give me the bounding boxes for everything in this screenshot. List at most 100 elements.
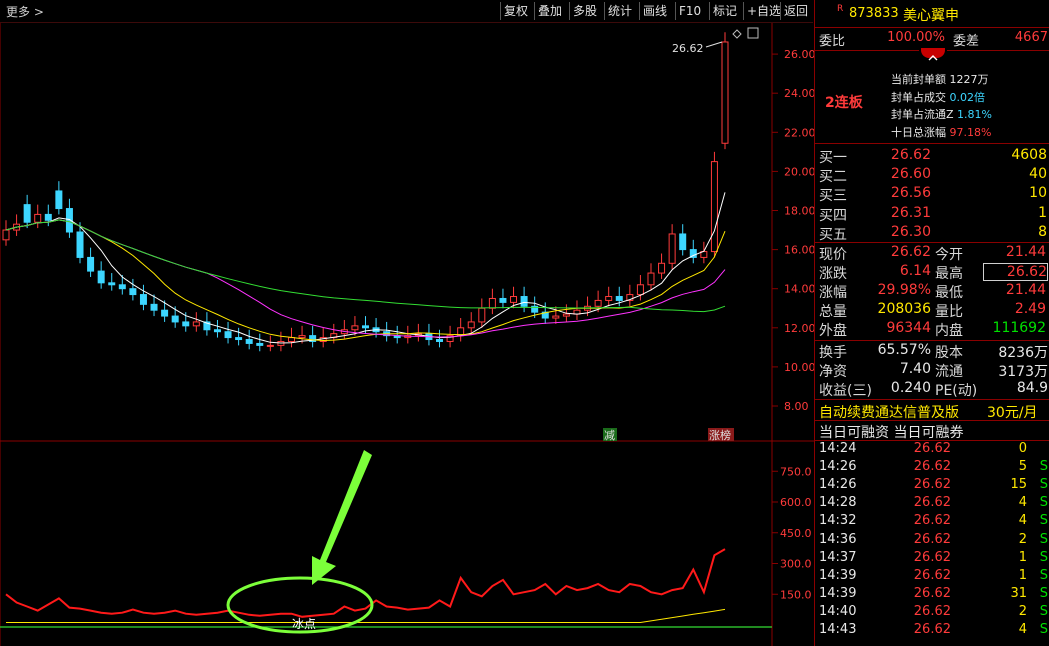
tick-price: 26.62 — [913, 531, 951, 547]
promo-price[interactable]: 30元/月 — [987, 402, 1038, 422]
tick-time: 14:36 — [819, 531, 857, 547]
tick-volume: 1 — [1018, 567, 1027, 583]
stat-row: 总量 208036 量比 2.49 — [819, 301, 1046, 320]
candle-body — [721, 41, 729, 144]
price-tick-label: 14.00 — [784, 283, 814, 296]
fuquan-button[interactable]: 复权 — [500, 2, 531, 20]
bid-row: 买二 26.60 40 — [815, 166, 1049, 185]
candle-body — [605, 296, 613, 301]
candle-body — [266, 344, 274, 347]
tick-price: 26.62 — [913, 567, 951, 583]
tick-row: 14:43 26.62 4 S — [815, 622, 1049, 641]
icepoint-label: 冰点 — [292, 617, 316, 631]
stat2-row: 净资 7.40 流通 3173万 — [819, 361, 1048, 380]
bid-price: 26.30 — [890, 223, 931, 240]
candle-body — [615, 296, 623, 301]
tick-flag: S — [1039, 459, 1048, 475]
promo-text[interactable]: 自动续费通达信普及版 — [819, 402, 959, 422]
bid-label: 买四 — [819, 207, 847, 224]
candle-body — [647, 272, 655, 286]
multi-stock-button[interactable]: 多股 — [569, 2, 600, 20]
bid-row: 买五 26.30 8 — [815, 224, 1049, 243]
price-tick-label: 12.00 — [784, 322, 814, 335]
tick-row: 14:26 26.62 15 S — [815, 477, 1049, 496]
stock-name: 美心翼申 — [903, 8, 959, 24]
candle-body — [129, 288, 137, 296]
draw-line-button[interactable]: 画线 — [639, 2, 670, 20]
volume-tick-label: 300.0 — [780, 558, 812, 571]
kline-chart[interactable]: 26.00 24.00 22.00 20.00 18.00 16.00 14.00 12.00… — [0, 0, 814, 646]
candle-body — [499, 297, 507, 303]
mark-button[interactable]: 标记 — [709, 2, 740, 20]
candle-body — [362, 325, 369, 329]
promo-row[interactable]: 自动续费通达信普及版 30元/月 — [815, 402, 1049, 421]
tick-time: 14:26 — [819, 477, 857, 493]
margin-row: 当日可融资 当日可融券 — [819, 425, 964, 441]
tick-row: 14:28 26.62 4 S — [815, 495, 1049, 514]
tick-flag: S — [1039, 585, 1048, 601]
candle-body — [679, 233, 687, 251]
tick-volume: 31 — [1010, 585, 1027, 601]
tick-price: 26.62 — [913, 622, 951, 637]
stat2-row: 换手 65.57% 股本 8236万 — [819, 342, 1048, 361]
tick-price: 26.62 — [913, 513, 951, 529]
tick-time: 14:39 — [819, 585, 857, 601]
tick-row: 14:39 26.62 1 S — [815, 568, 1049, 587]
tick-row: 14:40 26.62 2 S — [815, 604, 1049, 623]
wei-bi-row: 委比 100.00% 委差 4667 — [819, 30, 1048, 49]
limit-list-marker: 涨榜 — [709, 428, 731, 442]
candle-body — [213, 329, 221, 333]
tick-volume: 0 — [1018, 441, 1027, 456]
candle-body — [118, 284, 126, 290]
candle-body — [192, 321, 200, 327]
candle-body — [562, 313, 570, 317]
bid-row: 买三 26.56 10 — [815, 185, 1049, 204]
overlay-button[interactable]: 叠加 — [534, 2, 565, 20]
bid-volume: 40 — [1029, 166, 1047, 183]
more-button[interactable]: 更多 > — [6, 3, 44, 20]
price-tick-label: 18.00 — [784, 205, 814, 218]
add-watchlist-button[interactable]: +自选 — [743, 2, 784, 20]
tick-row: 14:37 26.62 1 S — [815, 550, 1049, 569]
stat2-row: 收益(三) 0.240 PE(动) 84.9 — [819, 380, 1048, 399]
candle-body — [23, 204, 31, 223]
candle-body — [76, 231, 84, 258]
candle-body — [34, 213, 42, 223]
collapse-toggle[interactable] — [921, 48, 945, 61]
diamond-icon — [732, 29, 742, 39]
candle-body — [55, 190, 63, 210]
tick-volume: 15 — [1010, 477, 1027, 493]
tick-volume: 4 — [1018, 622, 1027, 637]
tick-time: 14:43 — [819, 622, 857, 637]
f10-button[interactable]: F10 — [675, 2, 704, 20]
back-button[interactable]: 返回 — [780, 2, 811, 20]
statistics-button[interactable]: 统计 — [604, 2, 635, 20]
seal-info: 当前封单额 1227万 封单占成交 0.02倍 封单占流通Z 1.81% 十日总… — [891, 73, 992, 139]
price-tick-label: 8.00 — [784, 400, 809, 413]
high-price-annotation: 26.62 — [672, 42, 704, 55]
candle-body — [108, 282, 116, 286]
stock-header: R 873833 美心翼申 — [815, 4, 1049, 24]
high-price-pointer — [705, 41, 723, 48]
candle-body — [351, 325, 359, 331]
candle-body — [467, 321, 475, 329]
tick-volume: 4 — [1018, 495, 1027, 511]
stock-badge: R — [837, 4, 844, 14]
candle-body — [161, 309, 169, 317]
tick-flag: S — [1039, 513, 1048, 529]
candle-body — [636, 284, 644, 296]
tick-row: 14:24 26.62 0 — [815, 441, 1049, 460]
candle-body — [488, 297, 496, 309]
tick-volume: 2 — [1018, 603, 1027, 619]
bid-label: 买二 — [819, 169, 847, 186]
candle-body — [436, 339, 444, 342]
quote-panel: R 873833 美心翼申 委比 100.00% 委差 4667 2连板 当前封… — [814, 0, 1049, 646]
candle-body — [171, 315, 179, 323]
tick-volume: 5 — [1018, 459, 1027, 475]
price-tick-label: 10.00 — [784, 361, 814, 374]
tick-time: 14:37 — [819, 549, 857, 565]
candle-body — [668, 233, 676, 264]
tick-price: 26.62 — [913, 585, 951, 601]
candle-body — [510, 296, 518, 303]
bid-row: 买四 26.31 1 — [815, 205, 1049, 224]
